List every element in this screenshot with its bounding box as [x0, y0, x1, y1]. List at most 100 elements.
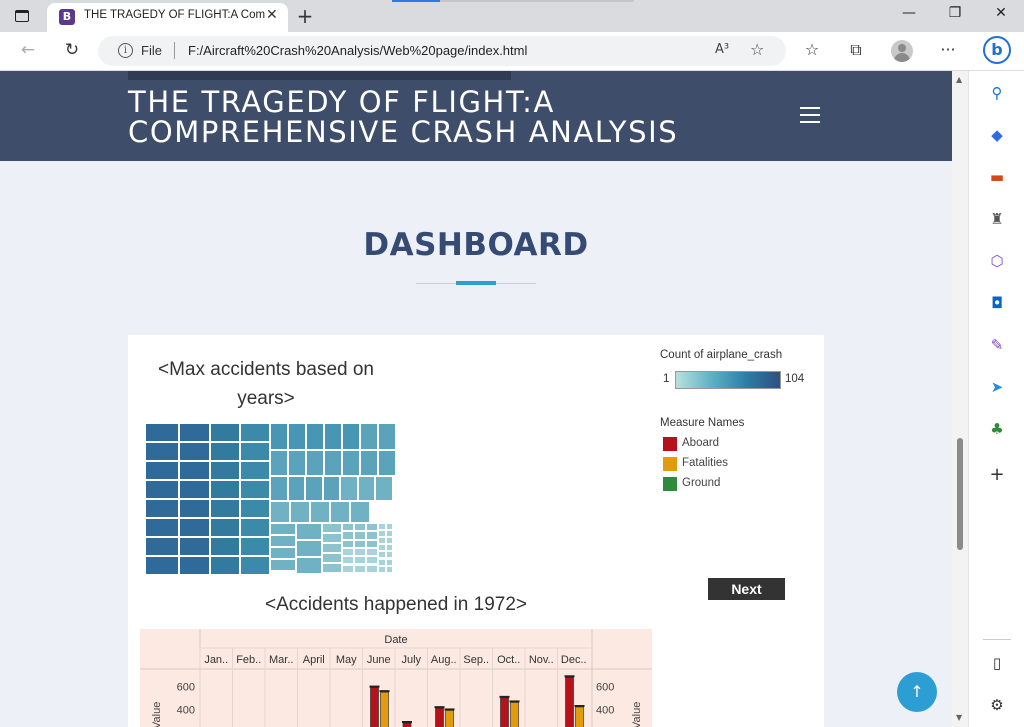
treemap-cell[interactable]: [322, 563, 342, 573]
treemap-cell[interactable]: [210, 442, 240, 461]
treemap-cell[interactable]: [354, 539, 366, 548]
treemap-cell[interactable]: [378, 558, 386, 566]
treemap-cell[interactable]: [179, 480, 210, 499]
restore-icon[interactable]: ❐: [940, 5, 970, 21]
treemap-cell[interactable]: [342, 539, 354, 548]
favorites-icon[interactable]: ☆: [800, 40, 824, 59]
treemap-cell[interactable]: [385, 565, 393, 573]
treemap-cell[interactable]: [354, 556, 366, 565]
treemap-cell[interactable]: [366, 564, 378, 573]
treemap-cell[interactable]: [354, 547, 366, 557]
more-options-icon[interactable]: ···: [936, 40, 960, 59]
treemap-cell[interactable]: [322, 533, 342, 543]
treemap-cell[interactable]: [145, 518, 179, 537]
treemap-cell[interactable]: [290, 501, 310, 523]
treemap-cell[interactable]: [354, 523, 366, 532]
tab-actions-icon[interactable]: [10, 6, 34, 26]
treemap-cell[interactable]: [270, 547, 296, 559]
url-text[interactable]: F:/Aircraft%20Crash%20Analysis/Web%20pag…: [188, 43, 527, 58]
treemap-cell[interactable]: [240, 556, 270, 575]
treemap-cell[interactable]: [296, 523, 322, 540]
treemap-cell[interactable]: [270, 559, 296, 571]
treemap-cell[interactable]: [354, 531, 366, 540]
treemap-cell[interactable]: [322, 553, 342, 563]
designer-icon[interactable]: ✎: [987, 335, 1007, 355]
back-to-top-button[interactable]: ↑: [897, 672, 937, 712]
treemap-cell[interactable]: [342, 523, 354, 532]
profile-avatar[interactable]: [891, 40, 913, 62]
treemap-cell[interactable]: [378, 551, 386, 559]
treemap-cell[interactable]: [210, 480, 240, 499]
scrollbar-thumb[interactable]: [957, 438, 963, 550]
treemap-cell[interactable]: [270, 476, 288, 501]
treemap-cell[interactable]: [378, 537, 386, 545]
new-tab-icon[interactable]: +: [294, 4, 316, 28]
scroll-up-icon[interactable]: ▲: [956, 75, 962, 84]
settings-icon[interactable]: ⚙: [987, 695, 1007, 715]
treemap-cell[interactable]: [145, 461, 179, 480]
treemap-cell[interactable]: [270, 450, 288, 476]
treemap-cell[interactable]: [385, 523, 393, 531]
treemap-cell[interactable]: [330, 501, 350, 523]
close-tab-icon[interactable]: ✕: [266, 7, 278, 23]
treemap-cell[interactable]: [310, 501, 330, 523]
treemap-cell[interactable]: [179, 461, 210, 480]
treemap-cell[interactable]: [354, 564, 366, 573]
treemap-cell[interactable]: [306, 423, 324, 450]
back-icon[interactable]: ←: [16, 40, 40, 60]
site-title[interactable]: THE TRAGEDY OF FLIGHT:A COMPREHENSIVE CR…: [128, 87, 748, 147]
treemap-cell[interactable]: [366, 539, 378, 548]
treemap-cell[interactable]: [145, 423, 179, 442]
vertical-scrollbar[interactable]: ▲ ▼: [952, 71, 968, 727]
treemap-cell[interactable]: [322, 543, 342, 553]
treemap-cell[interactable]: [342, 531, 354, 540]
treemap-cell[interactable]: [342, 547, 354, 557]
treemap-cell[interactable]: [378, 523, 386, 531]
treemap-cell[interactable]: [378, 544, 386, 552]
treemap-chart[interactable]: [145, 423, 396, 575]
microsoft365-icon[interactable]: ⬡: [987, 251, 1007, 271]
treemap-cell[interactable]: [296, 557, 322, 574]
refresh-icon[interactable]: ↻: [60, 40, 84, 60]
treemap-cell[interactable]: [240, 537, 270, 556]
treemap-cell[interactable]: [342, 423, 360, 450]
next-button[interactable]: Next: [708, 578, 785, 600]
treemap-cell[interactable]: [366, 556, 378, 565]
games-icon[interactable]: ♜: [987, 209, 1007, 229]
treemap-cell[interactable]: [145, 442, 179, 461]
treemap-cell[interactable]: [288, 423, 306, 450]
treemap-cell[interactable]: [270, 535, 296, 547]
treemap-cell[interactable]: [340, 476, 358, 501]
hide-sidebar-icon[interactable]: ▯: [987, 653, 1007, 673]
treemap-cell[interactable]: [378, 565, 386, 573]
treemap-cell[interactable]: [179, 537, 210, 556]
treemap-cell[interactable]: [179, 518, 210, 537]
treemap-cell[interactable]: [288, 450, 306, 476]
treemap-cell[interactable]: [360, 450, 378, 476]
treemap-cell[interactable]: [385, 530, 393, 538]
treemap-cell[interactable]: [366, 523, 378, 532]
bing-copilot-icon[interactable]: b: [983, 36, 1011, 64]
treemap-cell[interactable]: [270, 423, 288, 450]
treemap-cell[interactable]: [145, 480, 179, 499]
treemap-cell[interactable]: [324, 450, 342, 476]
minimize-icon[interactable]: —: [894, 5, 924, 21]
treemap-cell[interactable]: [210, 537, 240, 556]
read-aloud-icon[interactable]: A³: [715, 42, 729, 57]
treemap-cell[interactable]: [270, 501, 290, 523]
treemap-cell[interactable]: [306, 450, 324, 476]
active-tab[interactable]: B THE TRAGEDY OF FLIGHT:A Com ✕: [47, 3, 288, 32]
treemap-cell[interactable]: [385, 537, 393, 545]
treemap-cell[interactable]: [145, 537, 179, 556]
close-window-icon[interactable]: ✕: [986, 5, 1016, 21]
treemap-cell[interactable]: [287, 476, 305, 501]
shopping-tag-icon[interactable]: ◆: [987, 125, 1007, 145]
add-favorite-icon[interactable]: ☆: [750, 40, 764, 59]
treemap-cell[interactable]: [375, 476, 393, 501]
collections-icon[interactable]: ⧉: [844, 40, 868, 60]
treemap-cell[interactable]: [240, 461, 270, 480]
treemap-cell[interactable]: [240, 442, 270, 461]
treemap-cell[interactable]: [378, 530, 386, 538]
treemap-cell[interactable]: [366, 547, 378, 557]
treemap-cell[interactable]: [210, 499, 240, 518]
